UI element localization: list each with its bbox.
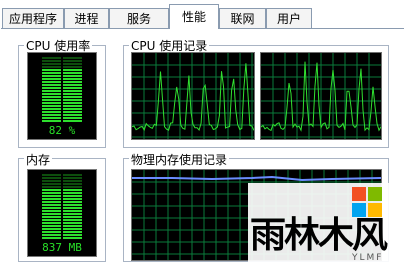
cpu-history-graph-core-1: [131, 52, 255, 140]
memory-value: 837 MB: [42, 241, 82, 254]
cpu-usage-value: 82 %: [48, 124, 76, 137]
cpu-meter-bars: [42, 57, 82, 125]
tab-processes[interactable]: 进程: [64, 8, 109, 28]
watermark-logo: 雨林木风 YLMF: [248, 183, 404, 263]
cpu-usage-meter: 82 %: [27, 52, 97, 140]
tab-services[interactable]: 服务: [109, 8, 169, 28]
tab-networking[interactable]: 联网: [219, 8, 266, 28]
tab-bar: 应用程序 进程 服务 性能 联网 用户: [0, 0, 404, 30]
cpu-core-1-trace: [132, 53, 254, 139]
ylmf-logo-icon: 雨林木风 YLMF: [248, 183, 404, 263]
memory-meter: 837 MB: [27, 169, 97, 257]
watermark-text: 雨林木风: [250, 214, 388, 256]
memory-history-label: 物理内存使用记录: [129, 151, 230, 168]
tab-applications[interactable]: 应用程序: [2, 8, 64, 28]
memory-label: 内存: [24, 151, 53, 168]
tab-performance[interactable]: 性能: [169, 4, 219, 29]
memory-meter-bars: [42, 174, 82, 242]
tab-users[interactable]: 用户: [266, 8, 312, 28]
watermark-subtext: YLMF: [351, 253, 383, 263]
cpu-core-2-trace: [261, 53, 381, 139]
cpu-history-graph-core-2: [260, 52, 382, 140]
